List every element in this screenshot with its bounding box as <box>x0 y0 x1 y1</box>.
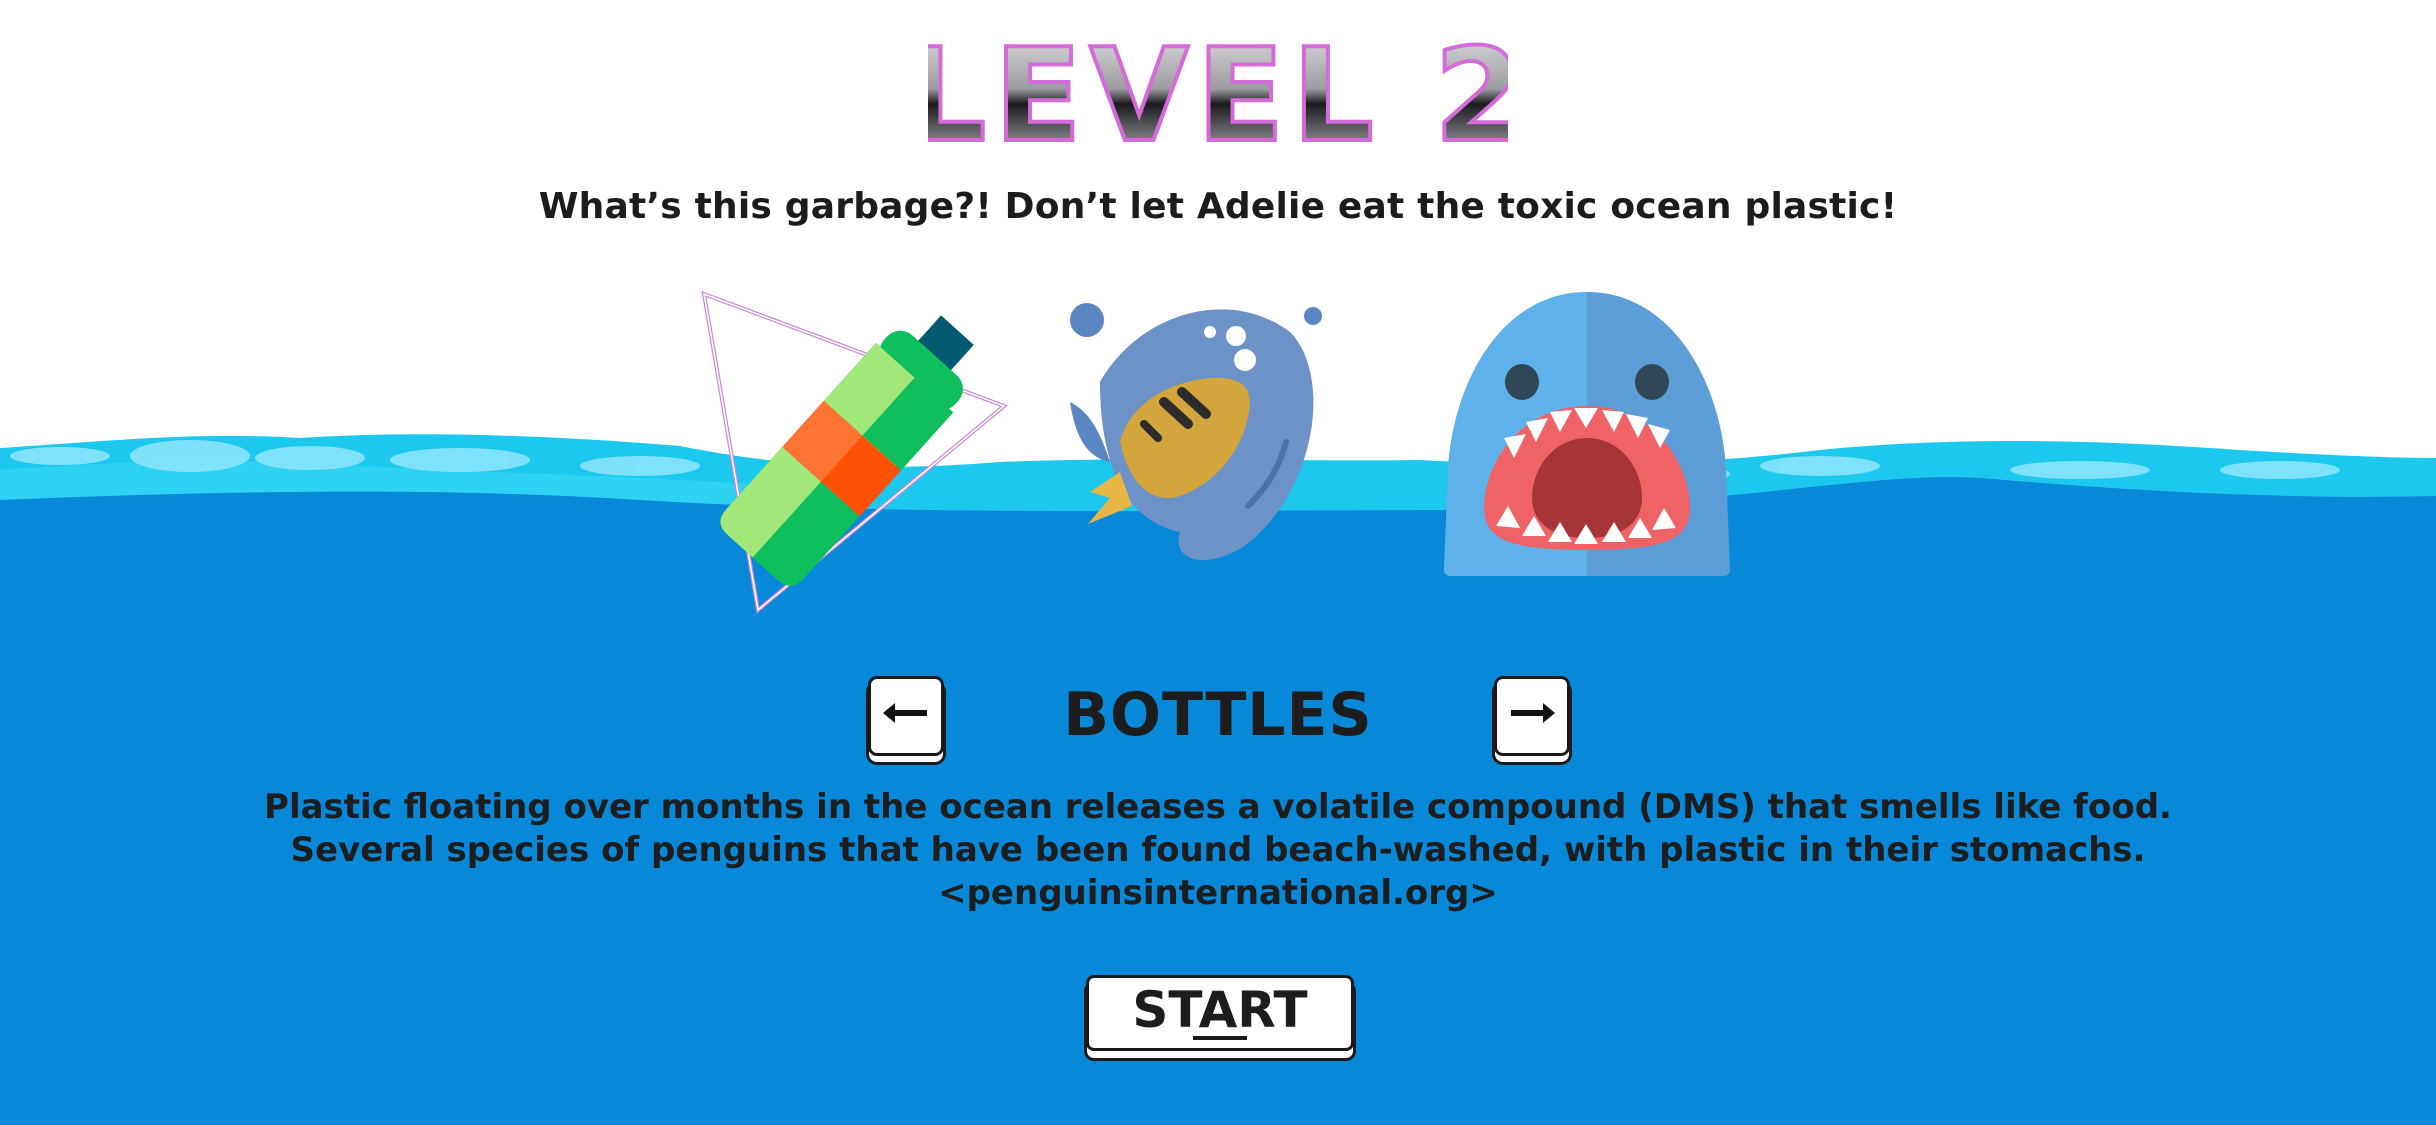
bottle-icon <box>701 290 1008 614</box>
start-button-label: START <box>1132 981 1308 1039</box>
game-screen: LEVEL 2 What’s this garbage?! Don’t let … <box>0 0 2436 1125</box>
right-arrow-icon <box>1511 703 1555 723</box>
level-title-text: LEVEL 2 <box>928 22 1508 162</box>
shark-icon <box>1444 292 1730 576</box>
prev-item-button[interactable] <box>868 676 944 756</box>
level-subtitle: What’s this garbage?! Don’t let Adelie e… <box>538 186 1898 227</box>
info-text: Plastic floating over months in the ocea… <box>0 786 2436 915</box>
level-title: LEVEL 2 <box>0 22 2436 166</box>
info-line-1: Plastic floating over months in the ocea… <box>264 787 2172 827</box>
fish-icon <box>1070 303 1322 561</box>
start-button[interactable]: START <box>1086 975 1354 1051</box>
next-item-button[interactable] <box>1494 676 1570 756</box>
info-line-2: Several species of penguins that have be… <box>290 830 2146 870</box>
info-source: <penguinsinternational.org> <box>938 873 1498 913</box>
start-underline <box>1193 1036 1247 1040</box>
left-arrow-icon <box>883 703 927 723</box>
item-name: BOTTLES <box>1063 680 1373 750</box>
